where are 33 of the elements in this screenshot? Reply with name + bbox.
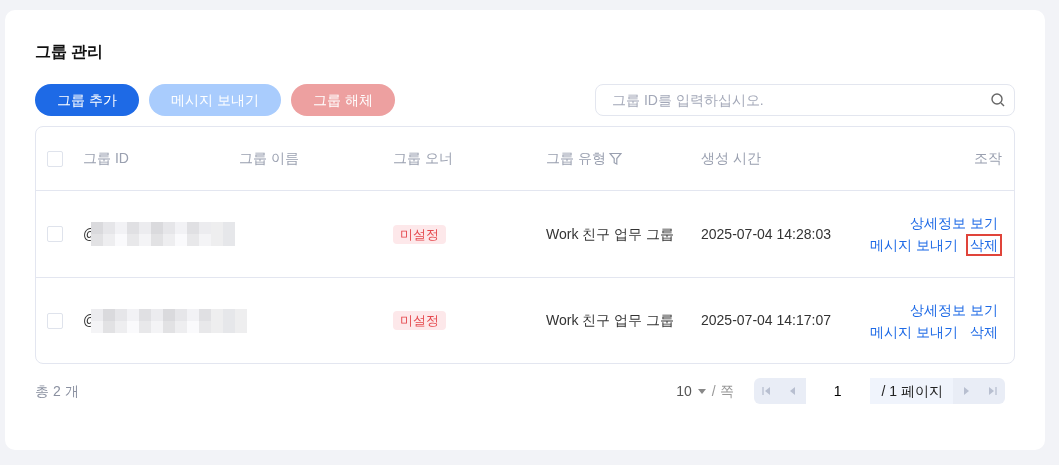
search-icon xyxy=(991,93,1005,107)
checkbox[interactable] xyxy=(47,226,63,242)
status-tag: 미설정 xyxy=(393,224,446,244)
action-link[interactable]: 메시지 보내기 xyxy=(866,320,963,343)
action-link[interactable]: 삭제 xyxy=(966,234,1002,256)
column-header[interactable]: 그룹 오너 xyxy=(393,150,453,166)
table-cell: 2025-07-04 14:28:03 xyxy=(701,225,831,242)
column-header[interactable]: 그룹 이름 xyxy=(239,150,299,166)
checkbox[interactable] xyxy=(47,150,63,167)
table-cell: Work 친구 업무 그룹 xyxy=(546,312,675,328)
status-tag: 미설정 xyxy=(393,311,446,330)
action-link[interactable]: 삭제 xyxy=(966,320,1002,343)
page-title: 그룹 관리 xyxy=(35,42,105,62)
total-count: 총 2 개 xyxy=(35,381,79,401)
first-arrow-icon xyxy=(760,385,773,397)
caret-icon xyxy=(697,388,706,394)
column-header[interactable]: 그룹 ID xyxy=(83,150,129,166)
action-button[interactable]: 그룹 추가 xyxy=(35,84,139,116)
last-arrow-icon xyxy=(986,385,998,397)
action-link[interactable]: 메시지 보내기 xyxy=(866,234,963,256)
table-cell: 2025-07-04 14:17:07 xyxy=(701,312,831,328)
page-input[interactable]: 1 xyxy=(805,378,870,404)
column-header[interactable]: 그룹 유형 xyxy=(546,150,622,166)
page-size-select[interactable]: 10 / 쪽 xyxy=(676,380,734,402)
checkbox[interactable] xyxy=(47,312,63,329)
table-cell: Work 친구 업무 그룹 xyxy=(546,225,675,242)
search-field[interactable]: 그룹 ID를 입력하십시오. xyxy=(595,84,1015,116)
action-link[interactable]: 상세정보 보기 xyxy=(906,212,1002,234)
page-total: / 1 페이지 xyxy=(869,378,953,404)
column-header[interactable]: 조작 xyxy=(974,150,1002,166)
column-header[interactable]: 생성 시간 xyxy=(701,150,761,166)
filter-icon[interactable] xyxy=(608,152,622,167)
action-link[interactable]: 상세정보 보기 xyxy=(906,298,1002,321)
